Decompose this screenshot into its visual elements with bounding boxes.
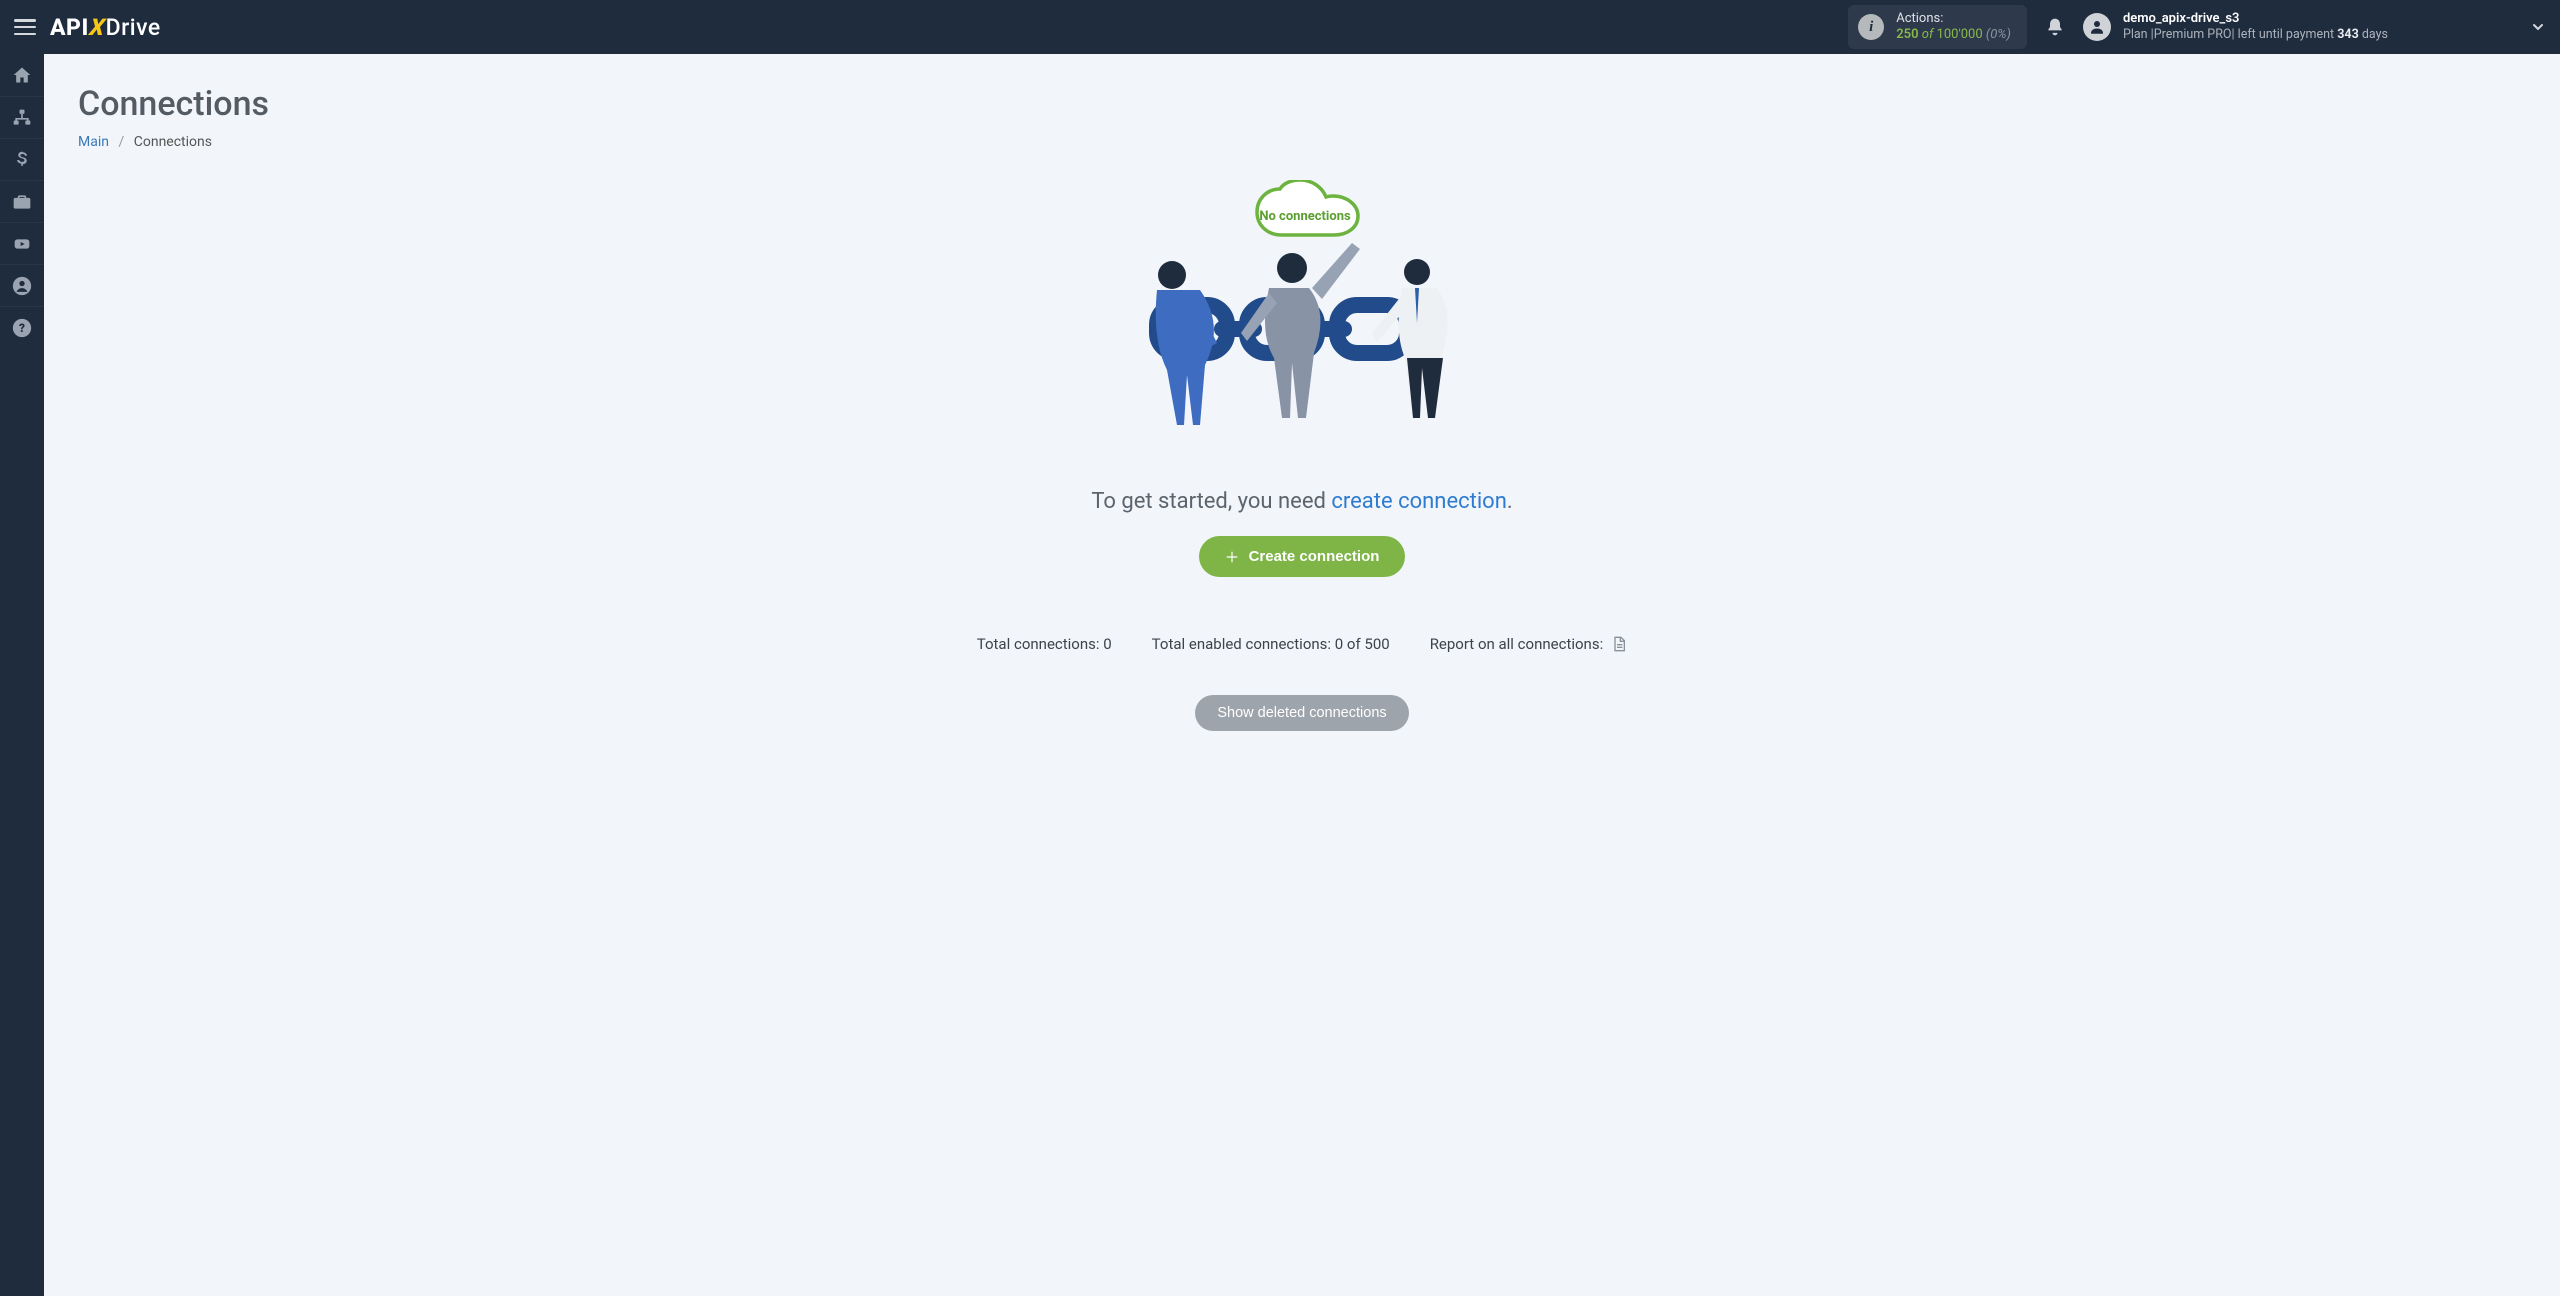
actions-of: of xyxy=(1922,27,1934,42)
notifications-icon[interactable] xyxy=(2045,16,2065,38)
page-title: Connections xyxy=(78,84,2526,124)
sidebar-item-briefcase[interactable] xyxy=(0,180,44,222)
actions-pct: (0%) xyxy=(1986,27,2011,42)
create-connection-link[interactable]: create connection xyxy=(1331,489,1507,514)
breadcrumb-current: Connections xyxy=(134,134,212,150)
get-started-text: To get started, you need create connecti… xyxy=(802,489,1802,514)
plan-days-suffix: days xyxy=(2359,27,2388,42)
get-started-prefix: To get started, you need xyxy=(1091,489,1331,514)
plan-sep: | left until payment xyxy=(2232,27,2338,42)
sidebar-item-help[interactable]: ? xyxy=(0,306,44,348)
actions-total: 100'000 xyxy=(1937,27,1983,42)
breadcrumb-main[interactable]: Main xyxy=(78,134,109,150)
stat-report: Report on all connections: xyxy=(1430,635,1628,653)
sidebar-item-account[interactable] xyxy=(0,264,44,306)
info-icon: i xyxy=(1858,14,1884,40)
plan-prefix: Plan | xyxy=(2123,27,2154,42)
user-name: demo_apix-drive_s3 xyxy=(2123,11,2388,27)
sidebar-item-billing[interactable] xyxy=(0,138,44,180)
stat-total-connections: Total connections: 0 xyxy=(977,635,1112,653)
sidebar-item-video[interactable] xyxy=(0,222,44,264)
svg-text:No connections: No connections xyxy=(1259,209,1351,224)
main-content: Connections Main / Connections No connec… xyxy=(44,54,2560,1296)
app-header: APIXDrive i Actions: 250 of 100'000 (0%) xyxy=(0,0,2560,54)
user-plan-line: Plan |Premium PRO| left until payment 34… xyxy=(2123,27,2388,43)
logo-drive: Drive xyxy=(106,14,161,41)
actions-counter[interactable]: i Actions: 250 of 100'000 (0%) xyxy=(1848,5,2027,48)
sidebar-item-connections[interactable] xyxy=(0,96,44,138)
document-icon[interactable] xyxy=(1611,635,1627,653)
header-right: i Actions: 250 of 100'000 (0%) demo_apix… xyxy=(1848,5,2546,48)
actions-label: Actions: xyxy=(1896,11,2011,27)
logo-api: API xyxy=(50,14,89,41)
sidebar-item-home[interactable] xyxy=(0,54,44,96)
plan-name: Premium PRO xyxy=(2154,27,2232,42)
svg-text:?: ? xyxy=(19,321,25,335)
breadcrumb: Main / Connections xyxy=(78,134,2526,150)
actions-text: Actions: 250 of 100'000 (0%) xyxy=(1896,11,2011,42)
app-body: ? Connections Main / Connections No conn… xyxy=(0,54,2560,1296)
stat-report-label: Report on all connections: xyxy=(1430,635,1604,653)
user-menu[interactable]: demo_apix-drive_s3 Plan |Premium PRO| le… xyxy=(2083,11,2546,43)
logo-x: X xyxy=(88,14,107,41)
empty-state: No connections xyxy=(802,180,1802,731)
avatar-icon xyxy=(2083,13,2111,41)
stats-row: Total connections: 0 Total enabled conne… xyxy=(802,635,1802,653)
get-started-suffix: . xyxy=(1507,489,1513,514)
header-left: APIXDrive xyxy=(14,14,161,41)
chevron-down-icon xyxy=(2530,19,2546,35)
create-connection-label: Create connection xyxy=(1249,548,1380,565)
breadcrumb-sep: / xyxy=(118,134,124,150)
plus-icon xyxy=(1225,550,1239,564)
plan-days-num: 343 xyxy=(2337,27,2359,42)
stat-enabled-connections: Total enabled connections: 0 of 500 xyxy=(1152,635,1390,653)
actions-used: 250 xyxy=(1896,27,1918,42)
app-logo[interactable]: APIXDrive xyxy=(50,14,161,41)
sidebar: ? xyxy=(0,54,44,1296)
menu-toggle-icon[interactable] xyxy=(14,19,36,35)
user-text: demo_apix-drive_s3 Plan |Premium PRO| le… xyxy=(2123,11,2388,43)
empty-illustration: No connections xyxy=(1122,180,1482,465)
show-deleted-button[interactable]: Show deleted connections xyxy=(1195,695,1408,731)
create-connection-button[interactable]: Create connection xyxy=(1199,536,1406,577)
